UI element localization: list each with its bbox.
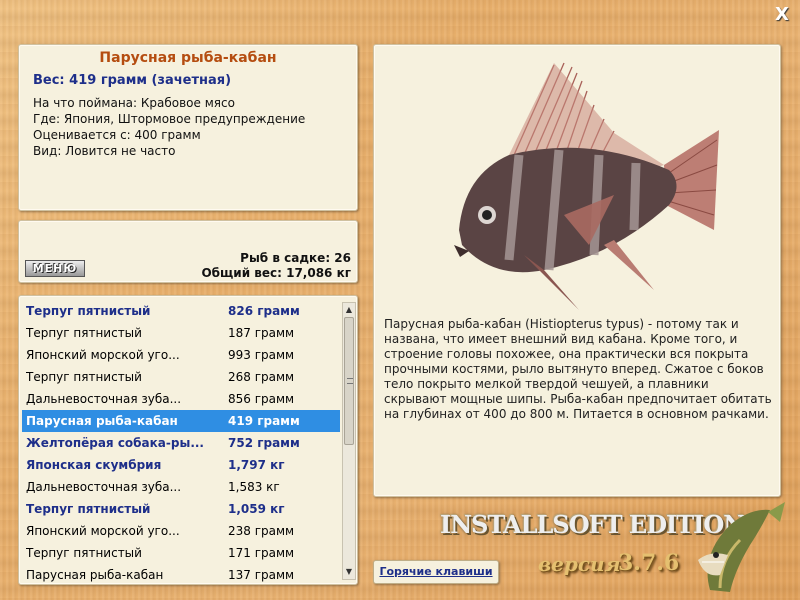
fish-list-name: Парусная рыба-кабан <box>26 568 164 582</box>
fish-description: Парусная рыба-кабан (Histiopterus typus)… <box>384 317 772 421</box>
fish-list-row[interactable]: Парусная рыба-кабан 137 грамм <box>22 564 340 584</box>
fish-list-weight: 137 грамм <box>228 568 295 582</box>
fish-list-row[interactable]: Терпуг пятнистый 1,059 кг <box>22 498 340 520</box>
fish-picture-panel: Парусная рыба-кабан (Histiopterus typus)… <box>373 44 781 497</box>
fish-list-row[interactable]: Дальневосточная зуба... 856 грамм <box>22 388 340 410</box>
catch-status-panel: МЕНЮ Рыб в садке: 26 Общий вес: 17,086 к… <box>18 220 358 283</box>
fish-list-weight: 171 грамм <box>228 546 295 560</box>
scroll-down-arrow-icon[interactable]: ▼ <box>343 565 355 579</box>
fish-list-weight: 1,797 кг <box>228 458 285 472</box>
fish-list-row[interactable]: Японский морской уго... 238 грамм <box>22 520 340 542</box>
fish-list-weight: 993 грамм <box>228 348 295 362</box>
info-rated-from: Оценивается с: 400 грамм <box>33 128 201 142</box>
fish-title: Парусная рыба-кабан <box>99 50 277 66</box>
fish-list-name: Парусная рыба-кабан <box>26 414 178 428</box>
fish-list-name: Терпуг пятнистый <box>26 502 151 516</box>
fish-list-weight: 752 грамм <box>228 436 300 450</box>
fish-image <box>454 62 719 310</box>
fish-list-weight: 1,059 кг <box>228 502 285 516</box>
fish-list-name: Дальневосточная зуба... <box>26 480 182 494</box>
fish-list-row[interactable]: Терпуг пятнистый 187 грамм <box>22 322 340 344</box>
fish-list-name: Японская скумбрия <box>26 458 162 472</box>
close-button[interactable]: X <box>770 4 794 28</box>
info-location: Где: Япония, Штормовое предупреждение <box>33 112 306 126</box>
fish-list-weight: 187 грамм <box>228 326 295 340</box>
fish-list-row[interactable]: Желтопёрая собака-ры... 752 грамм <box>22 432 340 454</box>
fish-list-name: Терпуг пятнистый <box>26 546 142 560</box>
fish-list-row[interactable]: Японская скумбрия 1,797 кг <box>22 454 340 476</box>
info-bait: На что поймана: Крабовое мясо <box>33 96 235 110</box>
hotkeys-button[interactable]: Горячие клавиши <box>373 560 499 584</box>
fish-list-row[interactable]: Дальневосточная зуба... 1,583 кг <box>22 476 340 498</box>
fish-list-name: Японский морской уго... <box>26 524 180 538</box>
fish-list-name: Терпуг пятнистый <box>26 304 151 318</box>
fish-count: Рыб в садке: 26 <box>240 251 351 265</box>
fish-list-weight: 419 грамм <box>228 414 300 428</box>
list-scrollbar[interactable]: ▲ ▼ <box>342 302 356 580</box>
fish-list-weight: 238 грамм <box>228 524 295 538</box>
fish-list-weight: 1,583 кг <box>228 480 280 494</box>
fish-list-row[interactable]: Парусная рыба-кабан 419 грамм <box>22 410 340 432</box>
fish-list-panel: Терпуг пятнистый 826 грамм Терпуг пятнисты… <box>18 295 358 585</box>
scroll-up-arrow-icon[interactable]: ▲ <box>343 303 355 317</box>
fish-list[interactable]: Терпуг пятнистый 826 грамм Терпуг пятнисты… <box>22 300 340 584</box>
menu-button[interactable]: МЕНЮ <box>25 260 85 277</box>
fish-list-name: Желтопёрая собака-ры... <box>26 436 204 450</box>
fish-list-weight: 856 грамм <box>228 392 295 406</box>
fish-list-name: Дальневосточная зуба... <box>26 392 182 406</box>
fish-list-name: Терпуг пятнистый <box>26 326 142 340</box>
version-label: версия <box>538 552 621 576</box>
fish-list-name: Японский морской уго... <box>26 348 180 362</box>
fish-list-name: Терпуг пятнистый <box>26 370 142 384</box>
pike-logo-icon <box>698 502 785 592</box>
scroll-grip-icon <box>347 378 353 384</box>
info-frequency: Вид: Ловится не часто <box>33 144 176 158</box>
fish-list-weight: 826 грамм <box>228 304 300 318</box>
fish-list-row[interactable]: Японский морской уго... 993 грамм <box>22 344 340 366</box>
fish-weight: Вес: 419 грамм (зачетная) <box>33 73 232 88</box>
scroll-thumb[interactable] <box>344 317 354 445</box>
fish-info-panel: Парусная рыба-кабан Вес: 419 грамм (заче… <box>18 44 358 211</box>
fish-list-weight: 268 грамм <box>228 370 295 384</box>
fish-list-row[interactable]: Терпуг пятнистый 268 грамм <box>22 366 340 388</box>
version-number: 3.7.6 <box>618 550 680 576</box>
fish-list-row[interactable]: Терпуг пятнистый 171 грамм <box>22 542 340 564</box>
total-weight: Общий вес: 17,086 кг <box>201 266 351 280</box>
fish-list-row[interactable]: Терпуг пятнистый 826 грамм <box>22 300 340 322</box>
